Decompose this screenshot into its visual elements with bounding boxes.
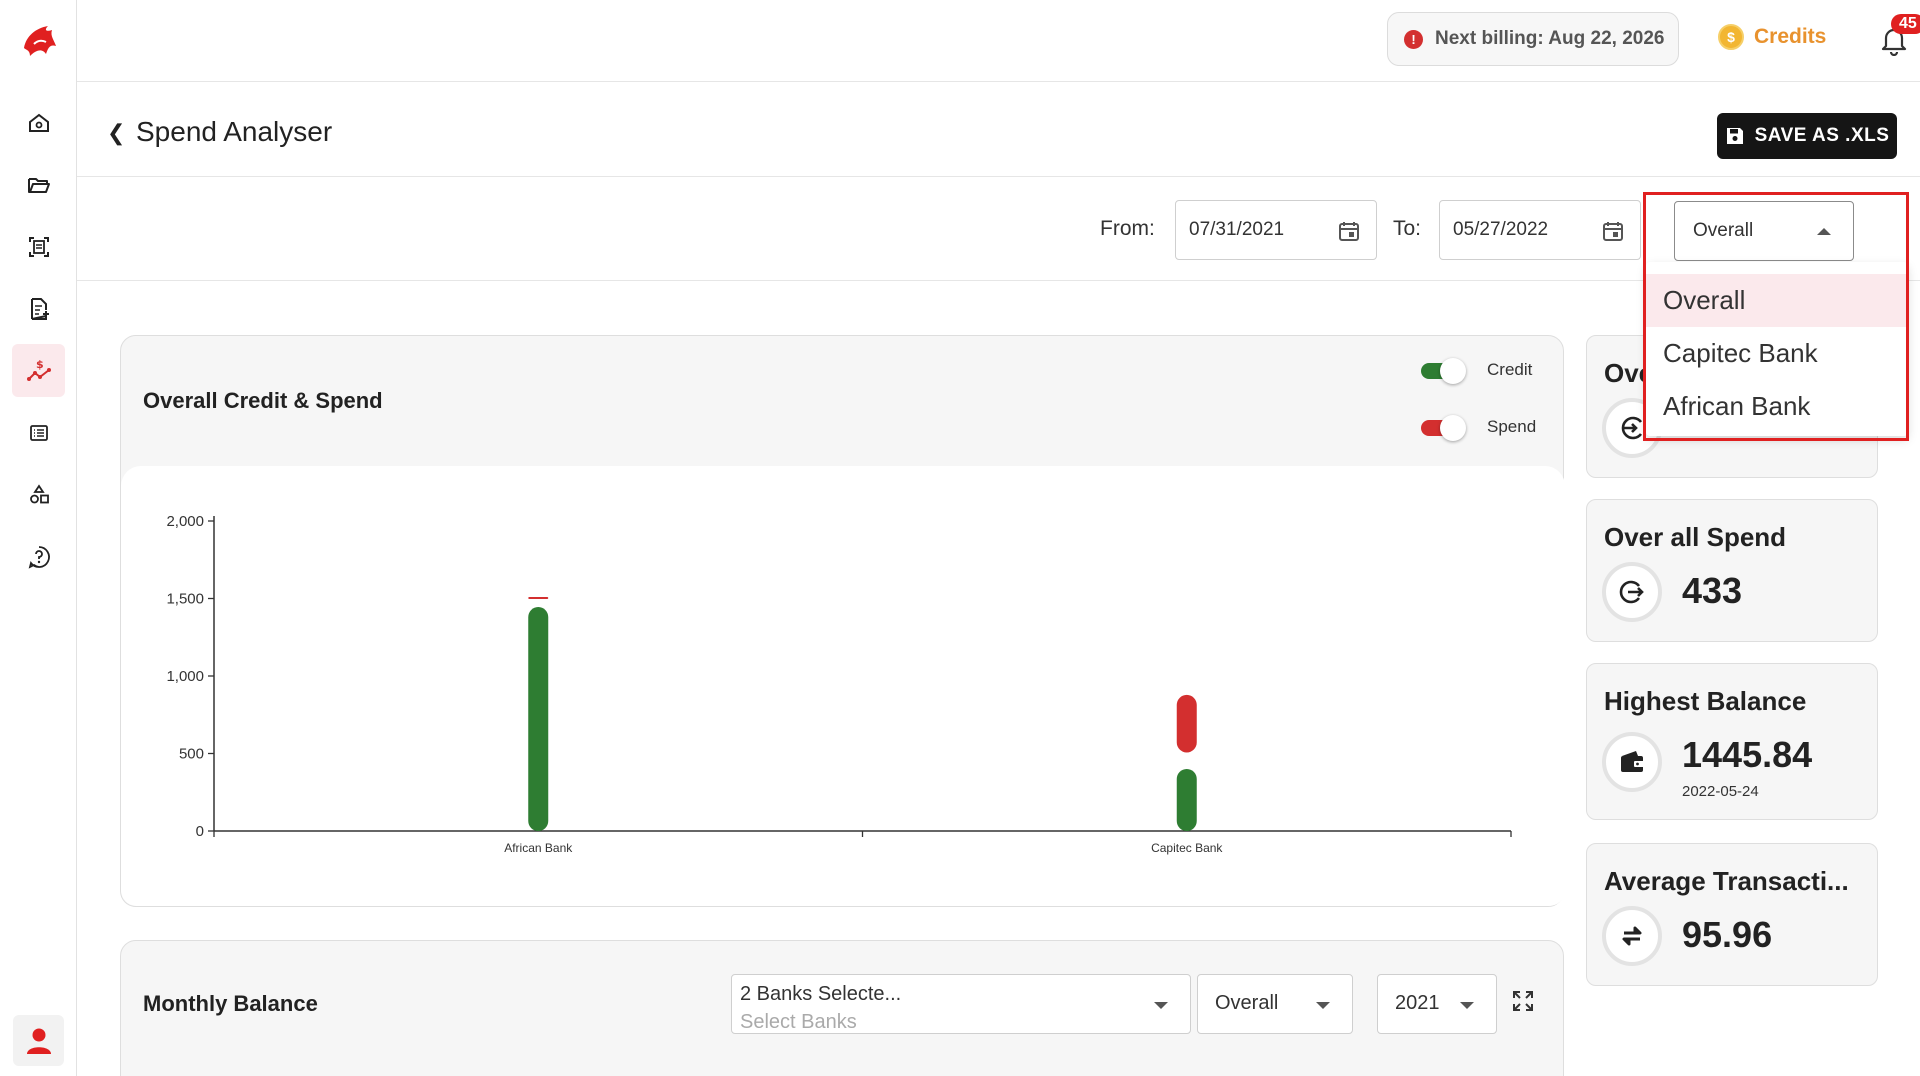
coin-icon: $ [1718,24,1744,50]
sidebar-item-reports[interactable] [12,282,65,335]
billing-notice[interactable]: ! Next billing: Aug 22, 2026 [1387,12,1679,66]
stat-subtext-date: 2022-05-24 [1682,783,1759,800]
sidebar-item-categories[interactable] [12,468,65,521]
credits-link[interactable]: $ Credits [1718,24,1826,50]
credit-bar [1176,769,1197,831]
x-tick-label: Capitec Bank [1151,841,1223,855]
chevron-down-icon [1460,1002,1474,1009]
save-label: SAVE AS .XLS [1754,125,1890,146]
y-tick-label: 1,000 [166,668,204,685]
spend-bar [528,596,549,599]
from-date-input[interactable]: 07/31/2021 [1175,200,1377,260]
sidebar-item-checklist[interactable] [12,406,65,459]
sidebar-item-help[interactable] [12,530,65,583]
credit-toggle[interactable]: Credit [1421,358,1533,384]
folder-icon [27,177,50,193]
page-title: Spend Analyser [136,116,333,147]
page-header: ❮ Spend Analyser SAVE AS .XLS [77,82,1920,177]
credit-switch[interactable] [1421,358,1466,384]
stat-card-overall-spend: Over all Spend 433 [1586,499,1878,642]
stat-title: Highest Balance [1604,686,1807,716]
stat-value: 1445.84 [1682,734,1813,775]
chart-card-title: Overall Credit & Spend [143,388,383,413]
x-tick-label: African Bank [504,841,573,855]
help-icon [28,545,50,569]
banks-multiselect[interactable]: 2 Banks Selecte... Select Banks [731,974,1191,1034]
stat-value: 95.96 [1682,914,1773,955]
monthly-year-value: 2021 [1395,992,1440,1014]
dropdown-option-overall[interactable]: Overall [1646,274,1908,327]
from-label: From: [1100,217,1155,240]
billing-text: Next billing: Aug 22, 2026 [1435,28,1665,49]
top-bar: ! Next billing: Aug 22, 2026 $ Credits 4… [77,0,1920,82]
bank-select[interactable]: Overall [1674,201,1854,261]
monthly-mode-value: Overall [1215,992,1279,1014]
svg-text:$: $ [36,358,44,371]
spend-bar [1176,694,1197,753]
sidebar-item-home[interactable] [12,96,65,149]
credit-spend-card: Overall Credit & Spend Credit Spend 0 500… [120,335,1565,907]
scan-document-icon [28,236,49,257]
calendar-icon[interactable] [1602,220,1624,242]
home-icon [28,113,49,132]
from-date-value: 07/31/2021 [1189,219,1285,240]
chevron-down-icon [1316,1002,1330,1009]
sidebar: $ [0,0,77,1076]
monthly-mode-select[interactable]: Overall [1197,974,1353,1034]
to-date-input[interactable]: 05/27/2022 [1439,200,1641,260]
sidebar-item-files[interactable] [12,158,65,211]
document-add-icon [30,297,49,320]
spend-switch[interactable] [1421,415,1466,441]
checklist-icon [29,424,48,441]
save-disk-icon [1726,128,1743,144]
banks-selected-value: 2 Banks Selecte... [740,983,902,1005]
notification-count-badge: 45 [1891,14,1920,34]
save-as-xls-button[interactable]: SAVE AS .XLS [1717,113,1897,159]
chevron-down-icon [1154,1002,1168,1009]
to-label: To: [1393,217,1422,240]
sidebar-item-spend-analyser[interactable]: $ [12,344,65,397]
stat-title: Average Transacti... [1604,866,1849,896]
brand-logo-icon[interactable] [16,18,62,64]
filter-row: From: 07/31/2021 To: 05/27/2022 Overall [77,177,1920,281]
stat-card-average-transaction: Average Transacti... 95.96 [1586,843,1878,986]
monthly-balance-card: Monthly Balance 2 Banks Selecte... Selec… [120,940,1564,1076]
dropdown-option-african-bank[interactable]: African Bank [1646,380,1908,433]
user-profile-button[interactable] [13,1015,64,1066]
to-date-value: 05/27/2022 [1453,219,1549,240]
info-icon: ! [1404,29,1423,49]
dropdown-option-capitec-bank[interactable]: Capitec Bank [1646,327,1908,380]
monthly-year-select[interactable]: 2021 [1377,974,1497,1034]
bank-select-value: Overall [1693,220,1754,241]
shapes-icon [29,483,49,503]
calendar-icon[interactable] [1338,220,1360,242]
sidebar-item-scan[interactable] [12,220,65,273]
user-avatar-icon [26,1028,51,1054]
spend-analytics-icon: $ [26,358,51,381]
y-tick-label: 500 [179,746,204,763]
credit-spend-chart: 0 500 1,000 1,500 2,000 African Bank Capitec B… [166,513,1512,855]
spend-toggle[interactable]: Spend [1421,415,1537,441]
spend-out-icon [1602,562,1662,622]
chart-plot-area: 0 500 1,000 1,500 2,000 African Bank Capitec B… [121,466,1565,906]
spend-toggle-label: Spend [1487,417,1537,436]
caret-up-icon [1817,228,1831,235]
stat-title: Over all Spend [1604,522,1787,552]
bank-select-dropdown: Overall Capitec Bank African Bank [1646,262,1908,436]
expand-fullscreen-icon[interactable] [1511,989,1535,1013]
stat-card-highest-balance: Highest Balance 1445.84 2022-05-24 [1586,663,1878,820]
y-tick-label: 1,500 [166,591,204,608]
credit-bar [528,607,549,831]
stat-value: 433 [1682,570,1743,611]
back-chevron-icon[interactable]: ❮ [107,120,125,146]
y-tick-label: 2,000 [166,513,204,530]
y-tick-label: 0 [196,823,204,840]
monthly-balance-title: Monthly Balance [143,991,318,1016]
wallet-icon [1602,732,1662,792]
credit-toggle-label: Credit [1487,360,1533,379]
credits-label: Credits [1754,25,1827,48]
swap-arrows-icon [1602,906,1662,966]
banks-placeholder: Select Banks [740,1011,857,1033]
